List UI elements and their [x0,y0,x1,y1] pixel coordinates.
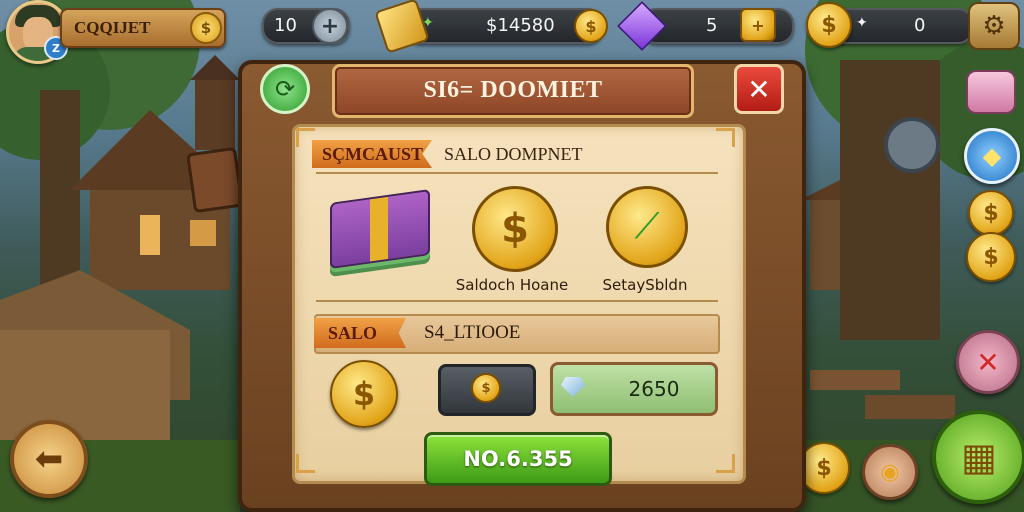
dialog-title: SI6= DOOMIET [423,77,603,103]
price-slot[interactable]: 2650 [550,362,718,416]
energy-value: 10 [274,15,297,36]
back-button[interactable]: ⬅ [10,420,88,498]
slot-coin-icon: $ [471,373,501,403]
blue-gem-button[interactable]: ◆ [964,128,1020,184]
section1-ribbon-label: SÇMCAUST [322,144,424,164]
big-coin-icon: $ [330,360,398,428]
name-coin-icon: $ [190,12,222,44]
gem-add-button[interactable]: + [740,8,776,42]
gold-coin-icon[interactable]: $ [574,9,608,43]
corner-ornament [716,454,735,473]
game-scene: Z CQQIJET $ 10 + ✦ $14580 $ 5 + ✦ 0 $ ⚙ … [0,0,1024,512]
buy-button[interactable]: NO.6.355 [424,432,612,486]
coin-value: 0 [914,15,926,36]
gold-value: $14580 [486,15,555,36]
section2-ribbon-label: SALO [328,323,378,343]
section2-ribbon: SALO [314,318,406,348]
gem-value: 5 [706,15,718,36]
diamond-icon [561,377,585,397]
dialog-content-panel [292,124,746,484]
energy-plus-button[interactable]: + [312,8,348,44]
close-button[interactable]: ✕ [734,64,784,114]
leaf-coin-icon[interactable]: ⟋ [606,186,688,268]
cake-icon[interactable] [966,70,1016,114]
cancel-round-button[interactable]: ✕ [956,330,1020,394]
buy-button-label: NO.6.355 [463,447,573,471]
coin-icon: $ [806,2,852,48]
shop-chest-button[interactable]: ▦ [932,410,1024,504]
refresh-button[interactable]: ⟳ [260,64,310,114]
cash-stack-icon[interactable] [330,188,430,270]
coin-slot[interactable]: $ [438,364,536,416]
corner-ornament [296,454,315,473]
bag-button[interactable]: ◉ [862,444,918,500]
corner-ornament [716,128,735,147]
dollar-coin-icon[interactable]: $ [472,186,558,272]
divider [316,300,718,302]
item-label: SetaySbldn [602,276,688,294]
divider [316,172,718,174]
section1-ribbon: SÇMCAUST [312,140,432,168]
section2-title: S4_LTIOOE [424,322,521,343]
coin-star-icon: ✦ [856,15,868,31]
side-coin-icon: $ [968,190,1014,236]
settings-gear-button[interactable]: ⚙ [968,2,1020,50]
item-label: Saldoch Hoane [455,276,569,294]
dialog-title-bar: SI6= DOOMIET [332,64,694,118]
side-scroll-tab[interactable] [186,146,244,214]
price-value: 2650 [628,377,680,401]
side-coin-icon-2: $ [966,232,1016,282]
player-name: CQQIJET [74,18,151,37]
section1-title: SALO DOMPNET [444,144,583,164]
